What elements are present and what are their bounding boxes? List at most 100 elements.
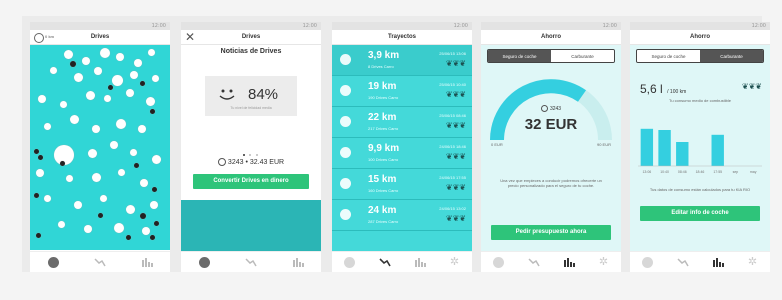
page-title: Drives <box>90 34 110 40</box>
face-icon[interactable] <box>343 256 357 268</box>
trip-row[interactable]: 3,9 km 8 Drives Carro 25/06/15 13:06 ❦❦❦ <box>332 45 472 76</box>
chart-icon[interactable] <box>413 256 427 268</box>
leaf-icon: ❦❦❦ <box>445 90 466 99</box>
segmented-tabs: Seguro de coche Carburante <box>487 49 615 63</box>
trip-row[interactable]: 22 km 217 Drives Carro 25/06/15 08:46 ❦❦❦ <box>332 107 472 138</box>
bottom-nav <box>30 251 170 272</box>
smile-icon <box>219 89 235 100</box>
close-icon[interactable]: ✕ <box>185 30 195 44</box>
gauge-min: 0 EUR <box>491 142 503 147</box>
trip-row[interactable]: 19 km 190 Drives Carro 25/06/15 10:40 ❦❦❦ <box>332 76 472 107</box>
sad-face-icon <box>70 61 76 67</box>
tab-fuel[interactable]: Carburante <box>700 50 763 62</box>
route-icon[interactable] <box>378 256 392 268</box>
status-bar: 12:00 <box>30 22 170 30</box>
bottom-nav: ✲ <box>481 251 621 272</box>
gear-icon[interactable]: ✲ <box>746 256 760 268</box>
chart-tick-label: 18:46 <box>696 170 705 174</box>
drives-chip[interactable] <box>34 33 44 43</box>
chart-icon[interactable] <box>291 256 305 268</box>
face-icon <box>340 147 351 158</box>
chart-tick-label: may <box>750 170 757 174</box>
chart-icon[interactable] <box>562 256 576 268</box>
face-icon <box>86 91 95 100</box>
face-icon <box>100 48 110 58</box>
chart-bar <box>658 130 671 166</box>
route-icon[interactable] <box>527 256 541 268</box>
route-icon[interactable] <box>676 256 690 268</box>
route-icon[interactable] <box>244 256 258 268</box>
face-icon <box>340 54 351 65</box>
face-icon <box>146 97 155 106</box>
sad-face-icon <box>60 161 65 166</box>
bottom-nav <box>181 251 321 272</box>
face-icon <box>60 101 67 108</box>
face-icon <box>44 195 51 202</box>
sad-face-icon <box>34 193 39 198</box>
drives-balance: 3243 • 32.43 EUR <box>181 158 321 166</box>
face-icon <box>116 53 124 61</box>
face-icon <box>140 179 148 187</box>
cyan-footer <box>181 200 321 252</box>
face-icon <box>66 175 73 182</box>
chart-tick-label: 08:46 <box>678 170 687 174</box>
header: Ahorro <box>481 30 621 45</box>
screen-savings-insurance: 12:00 Ahorro Seguro de coche Carburante … <box>481 22 621 272</box>
chart-bar <box>676 142 689 166</box>
sad-face-icon <box>38 155 43 160</box>
coin-icon <box>217 158 226 166</box>
news-heading: Noticias de Drives <box>220 48 282 55</box>
face-icon <box>92 173 101 182</box>
status-bar: 12:00 <box>332 22 472 30</box>
chart-tick-label: 13:06 <box>642 170 651 174</box>
happiness-percent: 84% <box>248 86 279 103</box>
face-icon[interactable] <box>46 256 60 268</box>
screen-drives-map: 12:00 0 km Drives <box>30 22 170 272</box>
face-icon <box>152 155 161 164</box>
leaf-icon: ❦❦❦ <box>445 121 466 130</box>
face-icon <box>50 67 57 74</box>
tab-insurance[interactable]: Seguro de coche <box>637 50 700 62</box>
screen-drives-news: 12:00 ✕ Drives Noticias de Drives 84% Tu… <box>181 22 321 272</box>
face-icon[interactable] <box>197 256 211 268</box>
gear-icon[interactable]: ✲ <box>448 256 462 268</box>
fuel-subtitle: Tu consumo medio de combustible <box>669 98 731 103</box>
face-icon <box>82 57 90 65</box>
status-bar: 12:00 <box>630 22 770 30</box>
savings-text: Una vez que empieces a conducir podremos… <box>500 178 602 188</box>
edit-car-button[interactable]: Editar info de coche <box>640 206 760 221</box>
happiness-card: 84% Tu nivel de felicidad media <box>205 76 297 116</box>
face-icon <box>44 123 51 130</box>
leaf-icon: ❦❦❦ <box>445 152 466 161</box>
sad-face-icon <box>150 235 155 240</box>
face-icon[interactable] <box>492 256 506 268</box>
route-icon[interactable] <box>93 256 107 268</box>
trip-row[interactable]: 9,9 km 100 Drives Carro 24/06/15 18:46 ❦❦❦ <box>332 138 472 169</box>
face-icon <box>134 59 142 67</box>
header: 0 km Drives <box>30 30 170 45</box>
sad-face-icon <box>36 233 41 238</box>
trip-row[interactable]: 24 km 287 Drives Carro 24/06/15 13:02 ❦❦❦ <box>332 200 472 231</box>
face-icon <box>92 125 100 133</box>
sad-face-icon <box>126 235 131 240</box>
chart-icon[interactable] <box>140 256 154 268</box>
face-icon <box>118 169 125 176</box>
tab-fuel[interactable]: Carburante <box>551 50 614 62</box>
face-icon <box>116 119 126 129</box>
face-icon <box>100 195 107 202</box>
tab-insurance[interactable]: Seguro de coche <box>488 50 551 62</box>
fuel-text: Tus datos de consumo están calculados pa… <box>649 187 751 192</box>
convert-drives-button[interactable]: Convertir Drives en dinero <box>193 174 309 189</box>
chart-tick-label: 17:55 <box>713 170 722 174</box>
chart-icon[interactable] <box>711 256 725 268</box>
face-icon <box>36 169 44 177</box>
face-cloud <box>30 45 170 250</box>
face-icon <box>148 49 155 56</box>
sad-face-icon <box>108 85 113 90</box>
sad-face-icon <box>98 213 103 218</box>
face-icon[interactable] <box>641 256 655 268</box>
request-quote-button[interactable]: Pedir presupuesto ahora <box>491 225 611 240</box>
gear-icon[interactable]: ✲ <box>597 256 611 268</box>
trip-row[interactable]: 15 km 160 Drives Carro 24/06/15 17:55 ❦❦❦ <box>332 169 472 200</box>
leaf-rating: ❦❦❦ <box>741 82 762 91</box>
